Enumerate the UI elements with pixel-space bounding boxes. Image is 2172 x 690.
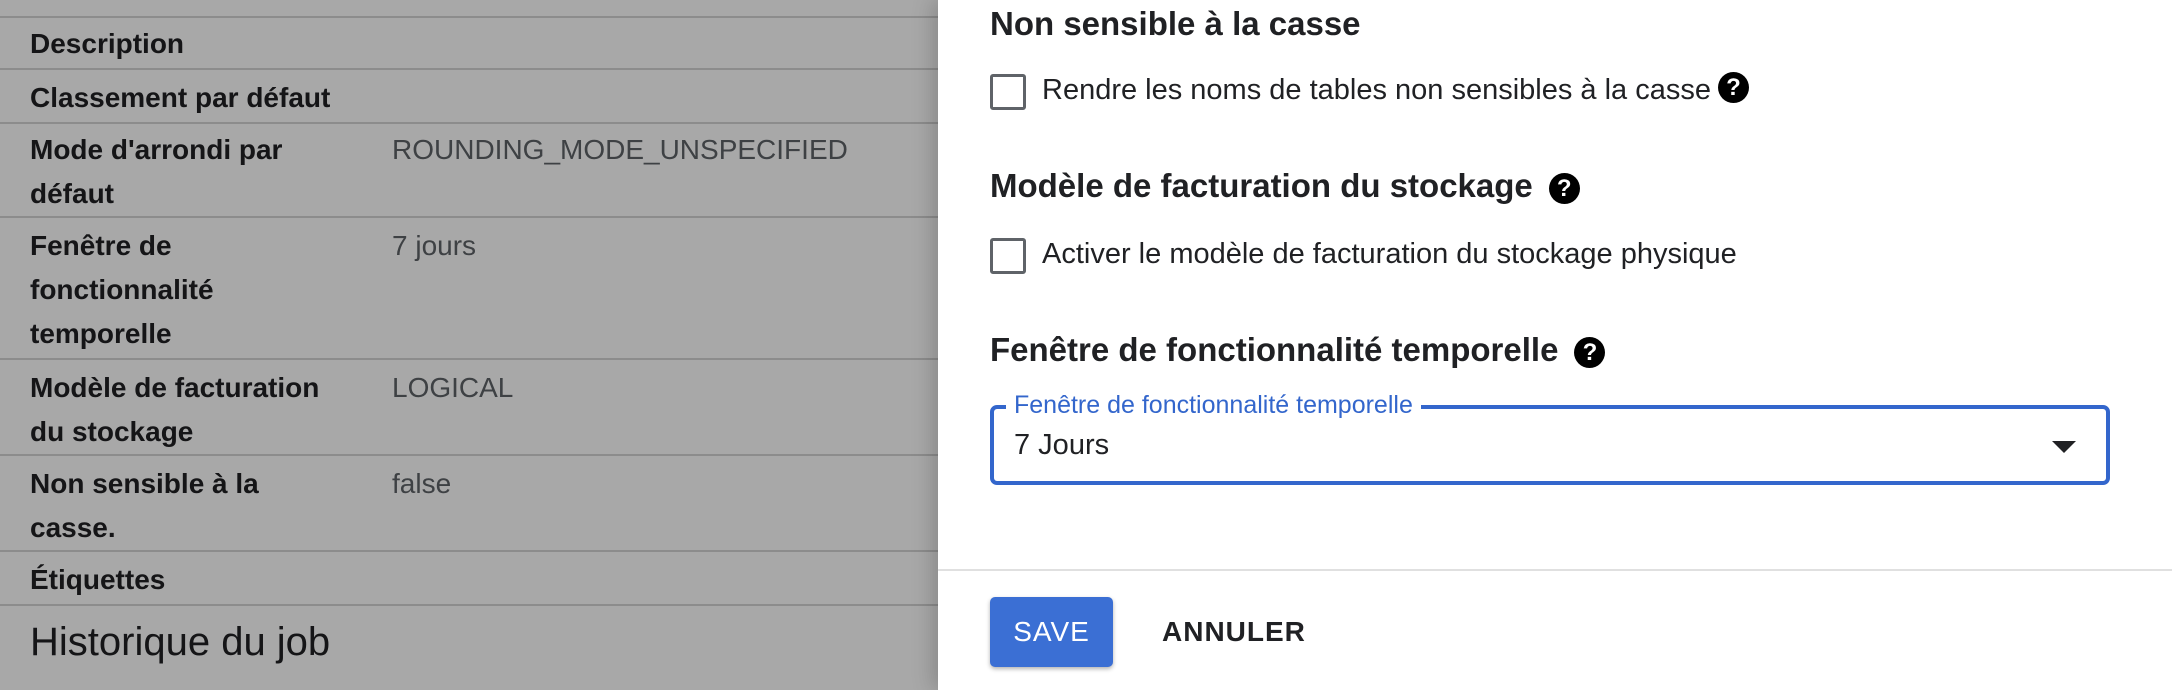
time-travel-select[interactable]: Fenêtre de fonctionnalité temporelle 7 J… — [990, 390, 2110, 485]
case-insensitive-heading-text: Non sensible à la casse — [990, 5, 1361, 42]
save-button[interactable]: SAVE — [990, 597, 1113, 667]
storage-billing-heading: Modèle de facturation du stockage? — [990, 164, 1580, 208]
help-icon[interactable]: ? — [1718, 72, 1749, 103]
storage-billing-heading-text: Modèle de facturation du stockage — [990, 167, 1533, 204]
time-travel-select-value[interactable]: 7 Jours — [1014, 427, 1109, 463]
footer-divider — [938, 569, 2172, 571]
modal-scrim[interactable] — [0, 0, 940, 690]
time-travel-heading: Fenêtre de fonctionnalité temporelle? — [990, 328, 1606, 372]
physical-billing-checkbox-label[interactable]: Activer le modèle de facturation du stoc… — [1042, 236, 1737, 272]
physical-billing-checkbox[interactable] — [990, 238, 1026, 274]
time-travel-select-label: Fenêtre de fonctionnalité temporelle — [1006, 390, 1421, 420]
cancel-button[interactable]: ANNULER — [1156, 597, 1306, 667]
edit-details-drawer: Non sensible à la casse Rendre les noms … — [938, 0, 2172, 690]
help-icon[interactable]: ? — [1574, 336, 1606, 368]
chevron-down-icon[interactable] — [2052, 441, 2076, 453]
help-icon[interactable]: ? — [1548, 172, 1580, 204]
case-insensitive-heading: Non sensible à la casse — [990, 2, 1361, 46]
case-insensitive-checkbox-label[interactable]: Rendre les noms de tables non sensibles … — [1042, 72, 1711, 108]
time-travel-heading-text: Fenêtre de fonctionnalité temporelle — [990, 331, 1559, 368]
case-insensitive-checkbox[interactable] — [990, 74, 1026, 110]
